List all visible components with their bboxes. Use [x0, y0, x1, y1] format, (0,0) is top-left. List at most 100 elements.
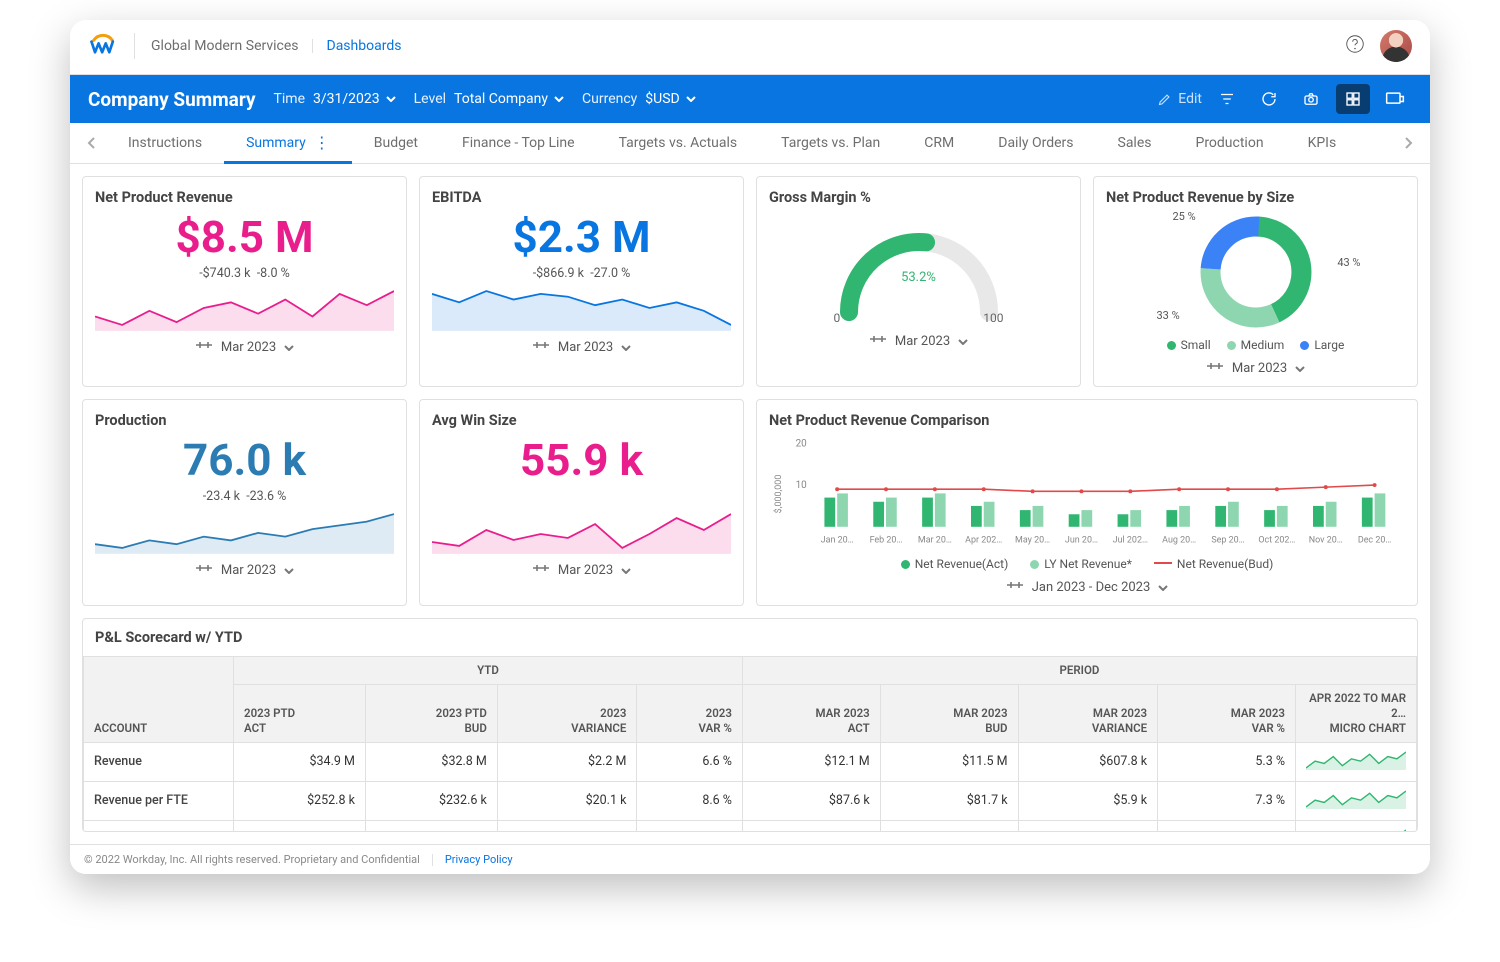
card-title: Gross Margin % — [769, 189, 1068, 206]
privacy-link[interactable]: Privacy Policy — [445, 853, 513, 866]
cell-p_act: $12.1 M — [742, 742, 880, 781]
page-footer: © 2022 Workday, Inc. All rights reserved… — [70, 844, 1430, 874]
cell-ytd_bud: $232.6 k — [365, 781, 497, 820]
cell-ytd_bud: $18.4 M — [365, 820, 497, 831]
refresh-icon[interactable] — [1252, 84, 1286, 114]
calendar-slider-icon — [869, 333, 887, 349]
snapshot-icon[interactable] — [1294, 84, 1328, 114]
svg-text:Mar 20…: Mar 20… — [918, 536, 952, 546]
calendar-slider-icon — [532, 339, 550, 355]
filter-currency[interactable]: Currency $USD — [582, 91, 696, 107]
help-icon[interactable] — [1344, 33, 1366, 59]
calendar-slider-icon — [532, 562, 550, 578]
svg-text:$,000,000: $,000,000 — [773, 475, 784, 514]
kpi-value: 55.9 k — [432, 437, 731, 483]
tab-finance-top-line[interactable]: Finance - Top Line — [440, 123, 597, 163]
cell-ytd_act: $252.8 k — [234, 781, 366, 820]
svg-text:Nov 20…: Nov 20… — [1309, 536, 1343, 546]
card-time-selector[interactable]: Mar 2023 — [432, 554, 731, 582]
card-time-selector[interactable]: Jan 2023 - Dec 2023 — [769, 571, 1405, 599]
cell-p_var: $607.8 k — [1018, 742, 1158, 781]
grid-view-icon[interactable] — [1336, 84, 1370, 114]
present-icon[interactable] — [1378, 84, 1412, 114]
svg-text:Jul 202…: Jul 202… — [1113, 536, 1148, 546]
col-group-ytd: YTD — [234, 657, 743, 685]
svg-text:Jun 20…: Jun 20… — [1065, 536, 1098, 546]
tab-sales[interactable]: Sales — [1096, 123, 1174, 163]
calendar-slider-icon — [195, 562, 213, 578]
edit-button[interactable]: Edit — [1157, 91, 1202, 107]
cell-ytd_varpct: 8.6 % — [637, 781, 743, 820]
kpi-delta: -23.4 k -23.6 % — [95, 489, 394, 504]
cell-ytd_act: $34.9 M — [234, 742, 366, 781]
cell-micro — [1296, 781, 1417, 820]
tab-crm[interactable]: CRM — [902, 123, 976, 163]
cell-account: Revenue — [84, 742, 234, 781]
card-time-selector[interactable]: Mar 2023 — [432, 331, 731, 359]
tab-budget[interactable]: Budget — [352, 123, 440, 163]
sparkline — [95, 285, 394, 331]
cell-p_varpct: 5.3 % — [1158, 742, 1296, 781]
chevron-down-icon — [621, 340, 631, 355]
comparison-legend: Net Revenue(Act) LY Net Revenue* Net Rev… — [769, 557, 1405, 571]
card-production: Production 76.0 k -23.4 k -23.6 % Mar 20… — [82, 399, 407, 606]
sparkline — [95, 508, 394, 554]
chevron-down-icon — [621, 563, 631, 578]
card-title: Net Product Revenue by Size — [1106, 189, 1405, 206]
org-name: Global Modern Services — [151, 38, 299, 54]
tab-targets-vs-actuals[interactable]: Targets vs. Actuals — [597, 123, 760, 163]
calendar-slider-icon — [1006, 579, 1024, 595]
table-row: Revenue$34.9 M$32.8 M$2.2 M6.6 %$12.1 M$… — [84, 742, 1417, 781]
filter-time-label: Time — [274, 91, 305, 107]
filter-level[interactable]: Level Total Company — [414, 91, 564, 107]
table-row: Cost of Sales$16.6 M$18.4 M-$1.8 M-9.7 %… — [84, 820, 1417, 831]
filter-icon[interactable] — [1210, 84, 1244, 114]
card-title: Net Product Revenue — [95, 189, 394, 206]
tabs-scroll-right[interactable] — [1394, 123, 1422, 163]
svg-text:Apr 202…: Apr 202… — [965, 536, 1002, 546]
cell-ytd_varpct: 6.6 % — [637, 742, 743, 781]
col-ytd-bud: 2023 PTDBUD — [365, 684, 497, 742]
workday-logo-icon[interactable] — [88, 31, 118, 61]
kpi-delta: -$866.9 k -27.0 % — [432, 266, 731, 281]
cell-micro — [1296, 742, 1417, 781]
tab-summary[interactable]: Summary⋮ — [224, 123, 352, 163]
sparkline — [432, 508, 731, 554]
cell-p_varpct: -13.0 % — [1158, 820, 1296, 831]
card-ebitda: EBITDA $2.3 M -$866.9 k -27.0 % Mar 2023 — [419, 176, 744, 387]
card-gross-margin: Gross Margin % 53.2% 0100 Mar 2023 — [756, 176, 1081, 387]
svg-text:Jan 20…: Jan 20… — [821, 536, 854, 546]
card-time-selector[interactable]: Mar 2023 — [95, 554, 394, 582]
card-net-product-revenue: Net Product Revenue $8.5 M -$740.3 k -8.… — [82, 176, 407, 387]
cell-p_var: -$852.8 k — [1018, 820, 1158, 831]
card-avg-win-size: Avg Win Size 55.9 k Mar 2023 — [419, 399, 744, 606]
col-p-act: MAR 2023ACT — [742, 684, 880, 742]
breadcrumb-link-dashboards[interactable]: Dashboards — [327, 38, 402, 54]
chevron-down-icon — [386, 96, 396, 102]
cell-p_bud: $11.5 M — [880, 742, 1018, 781]
cell-ytd_bud: $32.8 M — [365, 742, 497, 781]
tab-kpis[interactable]: KPIs — [1286, 123, 1359, 163]
tabs-scroll-left[interactable] — [78, 123, 106, 163]
cell-account: Revenue per FTE — [84, 781, 234, 820]
tab-production[interactable]: Production — [1173, 123, 1285, 163]
tab-targets-vs-plan[interactable]: Targets vs. Plan — [759, 123, 902, 163]
scorecard-table: ACCOUNT YTD PERIOD 2023 PTDACT 2023 PTDB… — [83, 656, 1417, 831]
svg-text:Sep 20…: Sep 20… — [1211, 536, 1244, 546]
filter-time[interactable]: Time 3/31/2023 — [274, 91, 396, 107]
card-time-selector[interactable]: Mar 2023 — [1106, 352, 1405, 380]
cell-account: Cost of Sales — [84, 820, 234, 831]
tab-instructions[interactable]: Instructions — [106, 123, 224, 163]
svg-text:Oct 202…: Oct 202… — [1258, 536, 1295, 546]
tab-daily-orders[interactable]: Daily Orders — [976, 123, 1095, 163]
avatar[interactable] — [1380, 30, 1412, 62]
col-p-bud: MAR 2023BUD — [880, 684, 1018, 742]
card-time-selector[interactable]: Mar 2023 — [769, 325, 1068, 353]
tab-more-icon[interactable]: ⋮ — [314, 135, 330, 151]
col-ytd-act: 2023 PTDACT — [234, 684, 366, 742]
col-ytd-var: 2023VARIANCE — [497, 684, 637, 742]
card-time-selector[interactable]: Mar 2023 — [95, 331, 394, 359]
kpi-value: 76.0 k — [95, 437, 394, 483]
cell-ytd_varpct: -9.7 % — [637, 820, 743, 831]
chevron-down-icon — [1295, 361, 1305, 376]
